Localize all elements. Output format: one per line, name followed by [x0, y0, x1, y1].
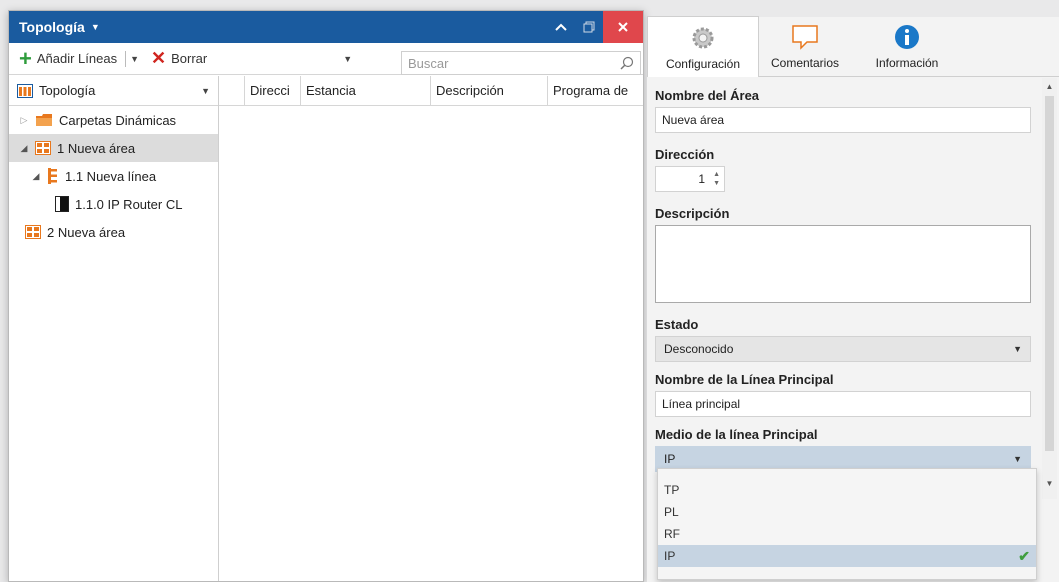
delete-icon: ✕ [151, 48, 167, 68]
tree-node-dynamic-folders[interactable]: ▷ Carpetas Dinámicas [9, 106, 218, 134]
main-line-name-label: Nombre de la Línea Principal [655, 372, 834, 387]
window-title[interactable]: Topología ▼ [9, 19, 547, 35]
collapse-icon[interactable]: ◢ [19, 143, 29, 154]
topology-icon [17, 83, 33, 98]
chevron-up-icon [555, 23, 567, 31]
chevron-down-icon: ▼ [1013, 454, 1022, 464]
tree-node-device-1-1-0[interactable]: 1.1.0 IP Router CL [9, 190, 218, 218]
tree-node-line-1-1[interactable]: ◢ 1.1 Nueva línea [9, 162, 218, 190]
topology-tree: Topología ▼ ▷ Carpetas Dinámicas ◢ 1 Nue… [9, 76, 219, 581]
column-header-address[interactable]: Direcci [245, 75, 301, 106]
add-lines-button[interactable]: + Añadir Líneas [15, 47, 121, 71]
option-label: PL [664, 505, 679, 519]
tab-label: Configuración [665, 57, 741, 71]
description-textarea[interactable] [655, 225, 1031, 303]
restore-button[interactable] [575, 11, 603, 43]
close-icon [618, 22, 628, 32]
address-stepper[interactable]: 1 ▲ ▼ [655, 166, 725, 192]
column-header-program[interactable]: Programa de [548, 76, 643, 106]
checkmark-icon: ✔ [1018, 547, 1030, 564]
topology-window: Topología ▼ + Añadir Líneas ▼ ✕ Borrar ▼… [8, 10, 644, 582]
tab-information[interactable]: Información [851, 16, 963, 76]
tab-comments[interactable]: Comentarios [759, 16, 851, 76]
scroll-down-icon[interactable]: ▼ [1042, 475, 1057, 491]
scroll-up-icon[interactable]: ▲ [1042, 78, 1057, 94]
description-label: Descripción [655, 206, 730, 221]
option-label: IP [664, 549, 676, 563]
chevron-down-icon: ▼ [201, 85, 210, 96]
tab-label: Comentarios [770, 56, 840, 70]
dropdown-option-pl[interactable]: PL [658, 501, 1036, 523]
dropdown-option-rf[interactable]: RF [658, 523, 1036, 545]
dropdown-option-ip[interactable]: IP ✔ [658, 545, 1036, 567]
toolbar-separator [125, 50, 127, 67]
properties-scrollbar[interactable]: ▲ ▼ [1042, 78, 1057, 499]
collapse-icon[interactable]: ◢ [31, 171, 41, 182]
column-header-description[interactable]: Descripción [431, 75, 548, 106]
tab-label: Información [875, 56, 939, 70]
search-placeholder: Buscar [408, 55, 449, 71]
tree-node-area-2[interactable]: 2 Nueva área [9, 218, 218, 246]
tab-configuration[interactable]: Configuración [647, 16, 759, 77]
delete-label: Borrar [171, 51, 208, 66]
dropdown-option-tp[interactable]: TP [658, 479, 1036, 501]
tree-node-area-1[interactable]: ◢ 1 Nueva área [9, 134, 218, 162]
stepper-arrows-icon[interactable]: ▲ ▼ [713, 170, 720, 188]
line-icon [48, 168, 57, 184]
area-icon [25, 225, 41, 239]
gear-icon [692, 27, 714, 49]
option-label: RF [664, 527, 680, 541]
address-value: 1 [698, 172, 706, 186]
close-button[interactable] [603, 11, 643, 43]
main-line-medium-label: Medio de la línea Principal [655, 427, 818, 442]
title-bar: Topología ▼ [9, 11, 643, 43]
tree-header-label: Topología [39, 83, 96, 98]
main-line-name-field[interactable]: Línea principal [655, 391, 1031, 417]
address-label: Dirección [655, 147, 715, 162]
tree-node-label: 2 Nueva área [47, 224, 126, 240]
expand-icon[interactable]: ▷ [19, 115, 29, 126]
app: Topología ▼ + Añadir Líneas ▼ ✕ Borrar ▼… [0, 0, 1059, 582]
tree-header[interactable]: Topología ▼ [9, 76, 218, 106]
window-title-text: Topología [19, 19, 85, 35]
restore-icon [583, 21, 595, 33]
add-lines-dropdown-icon[interactable]: ▼ [130, 54, 139, 64]
medium-dropdown-list: TP PL RF IP ✔ [657, 468, 1037, 580]
search-icon [620, 56, 634, 70]
grid-header: Direcci Estancia Descripción Programa de [219, 75, 643, 106]
tree-node-label: 1.1.0 IP Router CL [75, 196, 183, 212]
area-name-field[interactable]: Nueva área [655, 107, 1031, 133]
area-icon [35, 141, 51, 155]
area-name-value: Nueva área [662, 113, 725, 127]
grid-select-column[interactable] [219, 75, 245, 106]
plus-icon: + [19, 45, 32, 71]
comment-icon [792, 25, 818, 50]
option-label: TP [664, 483, 680, 497]
folder-icon [36, 114, 52, 126]
state-label: Estado [655, 317, 699, 332]
panes: Topología ▼ ▷ Carpetas Dinámicas ◢ 1 Nue… [9, 75, 643, 581]
chevron-down-icon: ▼ [1013, 344, 1022, 354]
add-lines-label: Añadir Líneas [36, 51, 118, 66]
area-name-label: Nombre del Área [655, 88, 760, 103]
device-grid: Direcci Estancia Descripción Programa de [219, 75, 643, 581]
chevron-down-icon: ▼ [90, 22, 100, 32]
tree-node-label: 1 Nueva área [57, 140, 136, 156]
column-header-room[interactable]: Estancia [301, 75, 431, 106]
state-select[interactable]: Desconocido ▼ [655, 336, 1031, 362]
properties-tabs: Configuración Comentarios Información [647, 16, 1059, 77]
info-icon [895, 25, 919, 49]
scrollbar-thumb[interactable] [1045, 96, 1054, 451]
state-value: Desconocido [664, 342, 734, 356]
search-input[interactable]: Buscar [401, 51, 641, 75]
device-icon [55, 196, 69, 212]
tree-node-label: Carpetas Dinámicas [59, 112, 177, 128]
filter-dropdown-icon[interactable]: ▼ [343, 54, 352, 64]
collapse-button[interactable] [547, 11, 575, 43]
tree-node-label: 1.1 Nueva línea [65, 168, 157, 184]
main-line-name-value: Línea principal [662, 397, 741, 411]
configuration-form: Nombre del Área Nueva área Dirección 1 ▲… [647, 78, 1039, 498]
main-line-medium-value: IP [664, 452, 676, 466]
delete-button[interactable]: ✕ Borrar [147, 47, 211, 71]
